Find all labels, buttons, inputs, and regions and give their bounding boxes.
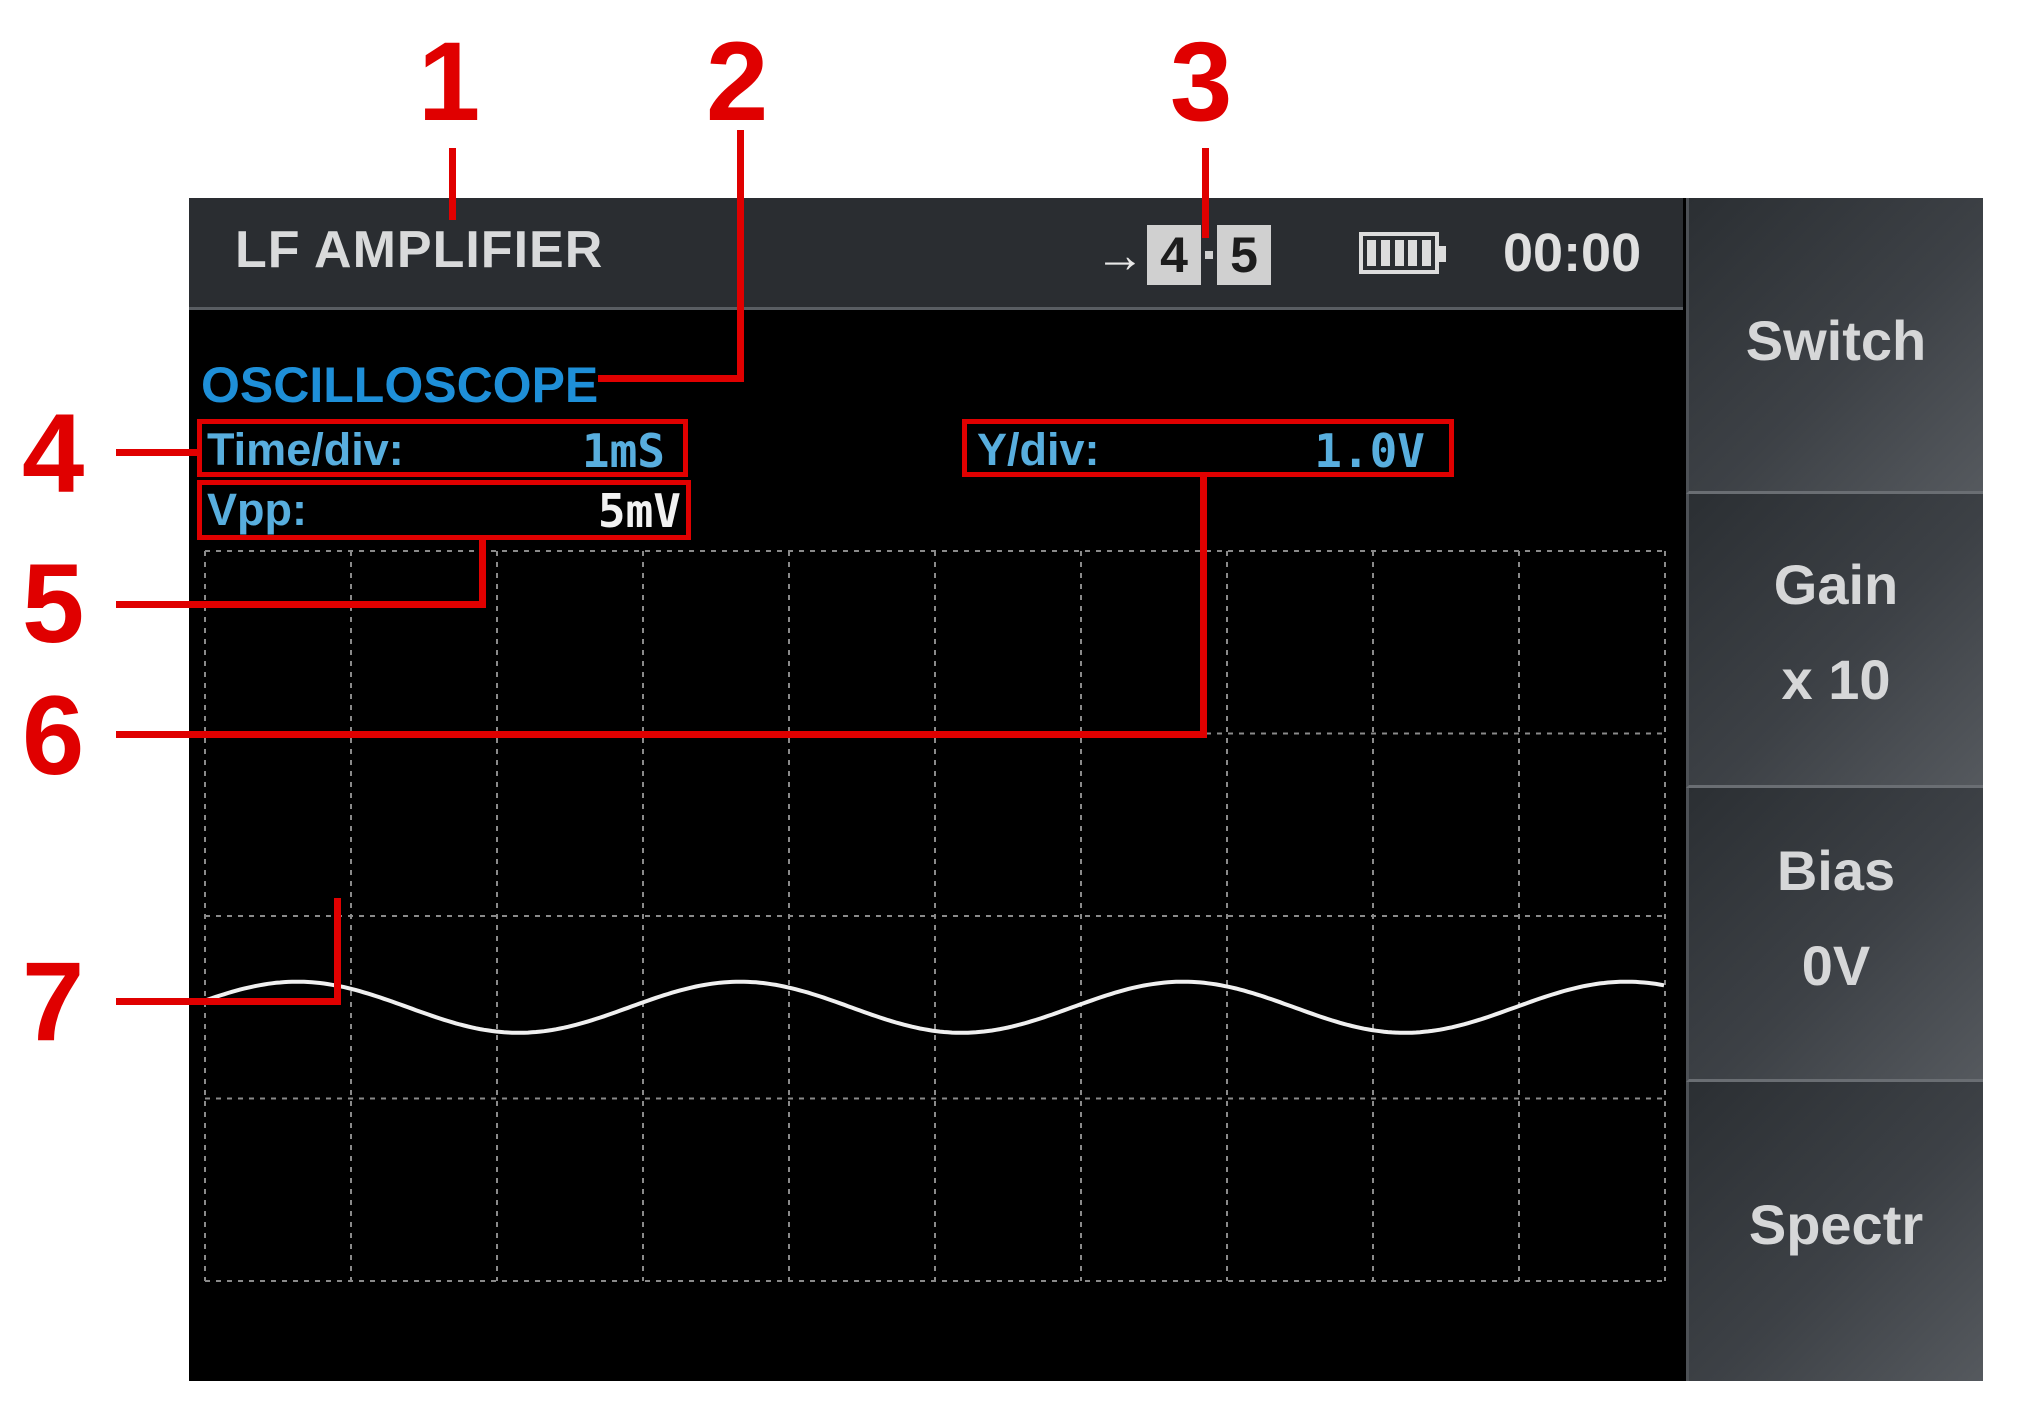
bias-button[interactable]: Bias 0V [1686,788,1983,1082]
battery-cell [1394,240,1404,266]
callout-line-7a [116,998,341,1005]
callout-number-7: 7 [22,939,85,1064]
callout-number-6: 6 [22,673,85,798]
battery-cell [1422,240,1431,266]
battery-cell [1367,240,1376,266]
callout-box-time-div [197,419,688,477]
app-title: LF AMPLIFIER [235,221,604,279]
spectrum-button[interactable]: Spectr [1686,1082,1983,1381]
channel-separator [1205,251,1213,259]
callout-line-6b [1200,472,1207,738]
bias-button-label: Bias [1776,839,1896,902]
callout-line-2a [737,130,744,382]
callout-line-5b [479,538,486,608]
callout-line-2b [598,375,744,382]
status-bar: LF AMPLIFIER → 4 5 00:00 [189,198,1683,310]
clock: 00:00 [1503,223,1642,283]
callout-box-vpp [197,480,691,540]
callout-line-1 [449,148,456,220]
callout-line-6a [116,731,1207,738]
callout-number-2: 2 [706,19,769,144]
side-button-panel: Switch Gain x 10 Bias 0V Spectr [1686,198,1983,1381]
mode-title: OSCILLOSCOPE [201,357,599,413]
gain-button-value: x 10 [1781,648,1891,711]
callout-box-y-div [962,419,1454,477]
arrow-right-icon: → [1095,227,1145,283]
device-screen: LF AMPLIFIER → 4 5 00:00 Switch Gain x 1… [189,198,1983,1381]
callout-number-4: 4 [22,391,85,516]
bias-button-value: 0V [1801,934,1871,997]
switch-button[interactable]: Switch [1686,198,1983,494]
switch-button-label: Switch [1745,309,1927,372]
callout-line-4 [116,449,198,456]
gain-button-label: Gain [1773,553,1899,616]
gain-button[interactable]: Gain x 10 [1686,494,1983,788]
callout-number-5: 5 [22,541,85,666]
callout-line-3 [1202,148,1209,238]
battery-cell [1380,240,1390,266]
callout-number-3: 3 [1170,19,1233,144]
spectrum-button-label: Spectr [1748,1193,1924,1256]
channel-to: 5 [1217,225,1271,285]
channel-from: 4 [1147,225,1201,285]
oscilloscope-graticule [204,550,1666,1282]
callout-line-7b [334,898,341,1005]
channel-indicator: → 4 5 [1095,224,1271,286]
callout-line-5a [116,601,486,608]
battery-cell [1408,240,1418,266]
battery-full-icon [1359,232,1446,274]
callout-number-1: 1 [418,19,481,144]
